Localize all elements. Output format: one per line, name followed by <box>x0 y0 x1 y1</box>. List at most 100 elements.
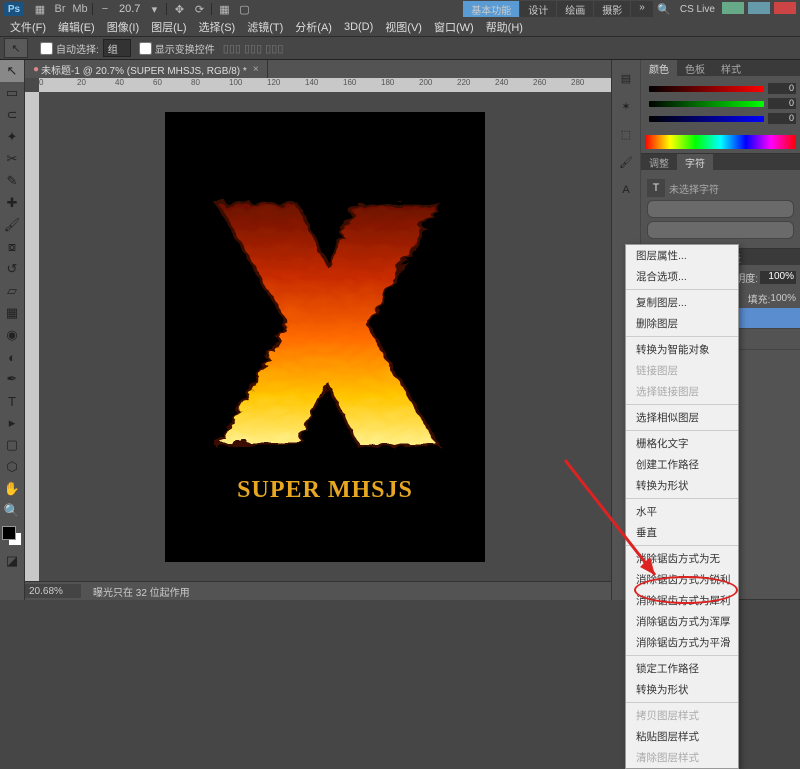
hand-tool[interactable]: ✋ <box>0 478 24 500</box>
tab-character[interactable]: 字符 <box>677 154 713 170</box>
brush-healing-tool[interactable]: ✚ <box>0 192 24 214</box>
green-value[interactable]: 0 <box>768 98 796 109</box>
context-menu-item[interactable]: 锁定工作路径 <box>626 658 738 679</box>
menu-layer[interactable]: 图层(L) <box>151 19 186 35</box>
context-menu-item[interactable]: 转换为智能对象 <box>626 339 738 360</box>
3d-tool[interactable]: ⬡ <box>0 456 24 478</box>
zoom-out-button[interactable]: − <box>96 2 114 16</box>
brush-tool[interactable]: 🖌 <box>0 214 24 236</box>
arrange-icon[interactable]: ▦ <box>215 2 233 16</box>
color-spectrum[interactable] <box>645 135 796 149</box>
move-tool[interactable]: ↖ <box>0 60 24 82</box>
context-menu-item[interactable]: 消除锯齿方式为锐利 <box>626 569 738 590</box>
lasso-tool[interactable]: ⊂ <box>0 104 24 126</box>
menu-file[interactable]: 文件(F) <box>10 19 46 35</box>
context-menu-item[interactable]: 创建工作路径 <box>626 454 738 475</box>
menu-help[interactable]: 帮助(H) <box>486 19 523 35</box>
auto-select-mode[interactable]: 组 <box>103 39 131 57</box>
brush-panel-icon[interactable]: 🖌 <box>616 152 636 172</box>
maximize-button[interactable] <box>748 2 770 14</box>
menu-select[interactable]: 选择(S) <box>199 19 236 35</box>
panel-toggle-icon[interactable]: ▦ <box>31 2 49 16</box>
stamp-tool[interactable]: ⧇ <box>0 236 24 258</box>
rotate-icon[interactable]: ⟳ <box>190 2 208 16</box>
pen-tool[interactable]: ✒ <box>0 368 24 390</box>
properties-panel-icon[interactable]: ⬚ <box>616 124 636 144</box>
context-menu-item[interactable]: 水平 <box>626 501 738 522</box>
red-value[interactable]: 0 <box>768 83 796 94</box>
path-selection-tool[interactable]: ▸ <box>0 412 24 434</box>
tab-adjust[interactable]: 调整 <box>641 154 677 170</box>
font-family-select[interactable] <box>647 200 794 218</box>
menu-window[interactable]: 窗口(W) <box>434 19 474 35</box>
actions-panel-icon[interactable]: ✶ <box>616 96 636 116</box>
blur-tool[interactable]: ◉ <box>0 324 24 346</box>
context-menu-item[interactable]: 图层属性... <box>626 245 738 266</box>
context-menu-item[interactable]: 消除锯齿方式为犀利 <box>626 590 738 611</box>
workspace-tab-photography[interactable]: 摄影 <box>594 1 630 17</box>
eyedropper-tool[interactable]: ✎ <box>0 170 24 192</box>
blue-value[interactable]: 0 <box>768 113 796 124</box>
green-slider[interactable] <box>649 101 764 107</box>
type-panel-icon[interactable]: A <box>616 180 636 200</box>
document-tab[interactable]: ● 未标题-1 @ 20.7% (SUPER MHSJS, RGB/8) * × <box>25 60 268 78</box>
zoom-tool[interactable]: 🔍 <box>0 500 24 522</box>
cslive-label[interactable]: CS Live <box>680 4 715 15</box>
history-brush-tool[interactable]: ↺ <box>0 258 24 280</box>
marquee-tool[interactable]: ▭ <box>0 82 24 104</box>
minimize-button[interactable] <box>722 2 744 14</box>
menu-image[interactable]: 图像(I) <box>107 19 139 35</box>
gradient-tool[interactable]: ▦ <box>0 302 24 324</box>
screen-mode-icon[interactable]: ▢ <box>235 2 253 16</box>
workspace-more[interactable]: » <box>631 1 653 17</box>
context-menu-item[interactable]: 复制图层... <box>626 292 738 313</box>
close-tab-icon[interactable]: × <box>253 64 259 75</box>
mini-bridge-icon[interactable]: Mb <box>71 2 89 16</box>
tab-color[interactable]: 颜色 <box>641 60 677 76</box>
menu-view[interactable]: 视图(V) <box>385 19 422 35</box>
opacity-value[interactable]: 100% <box>760 271 796 284</box>
crop-tool[interactable]: ✂ <box>0 148 24 170</box>
move-tool-preset[interactable]: ↖ <box>4 38 28 58</box>
quickmask-toggle[interactable]: ◪ <box>0 550 24 572</box>
context-menu-item[interactable]: 删除图层 <box>626 313 738 334</box>
context-menu-item[interactable]: 转换为形状 <box>626 475 738 496</box>
tab-styles[interactable]: 样式 <box>713 60 749 76</box>
canvas-stage[interactable]: SUPER MHSJS <box>39 92 611 581</box>
workspace-tab-design[interactable]: 设计 <box>520 1 556 17</box>
context-menu-item[interactable]: 消除锯齿方式为浑厚 <box>626 611 738 632</box>
context-menu-item[interactable]: 粘贴图层样式 <box>626 726 738 747</box>
bridge-icon[interactable]: Br <box>51 2 69 16</box>
ruler-vertical[interactable] <box>25 92 39 581</box>
wand-tool[interactable]: ✦ <box>0 126 24 148</box>
history-panel-icon[interactable]: ▤ <box>616 68 636 88</box>
workspace-tab-painting[interactable]: 绘画 <box>557 1 593 17</box>
zoom-in-button[interactable]: ▾ <box>145 2 163 16</box>
zoom-value[interactable]: 20.7 <box>119 3 140 15</box>
font-size-select[interactable] <box>647 221 794 239</box>
search-icon[interactable]: 🔍 <box>655 2 673 16</box>
blue-slider[interactable] <box>649 116 764 122</box>
hand-icon[interactable]: ✥ <box>170 2 188 16</box>
workspace-tab-essentials[interactable]: 基本功能 <box>463 1 519 17</box>
close-button[interactable] <box>774 2 796 14</box>
context-menu-item[interactable]: 转换为形状 <box>626 679 738 700</box>
context-menu-item[interactable]: 消除锯齿方式为无 <box>626 548 738 569</box>
context-menu-item[interactable]: 消除锯齿方式为平滑 <box>626 632 738 653</box>
dodge-tool[interactable]: ◐ <box>0 346 24 368</box>
show-transform-checkbox[interactable]: 显示变换控件 <box>135 39 215 58</box>
tab-swatches[interactable]: 色板 <box>677 60 713 76</box>
fill-value[interactable]: 100% <box>770 293 796 304</box>
menu-3d[interactable]: 3D(D) <box>344 21 373 33</box>
context-menu-item[interactable]: 选择相似图层 <box>626 407 738 428</box>
auto-select-checkbox[interactable]: 自动选择: <box>36 39 99 58</box>
fg-bg-colors[interactable] <box>2 526 22 546</box>
context-menu-item[interactable]: 混合选项... <box>626 266 738 287</box>
menu-edit[interactable]: 编辑(E) <box>58 19 95 35</box>
ruler-horizontal[interactable]: 020406080100120140160180200220240260280 <box>39 78 611 92</box>
eraser-tool[interactable]: ▱ <box>0 280 24 302</box>
red-slider[interactable] <box>649 86 764 92</box>
status-zoom[interactable]: 20.68% <box>25 584 81 598</box>
menu-analysis[interactable]: 分析(A) <box>295 19 332 35</box>
menu-filter[interactable]: 滤镜(T) <box>247 19 283 35</box>
